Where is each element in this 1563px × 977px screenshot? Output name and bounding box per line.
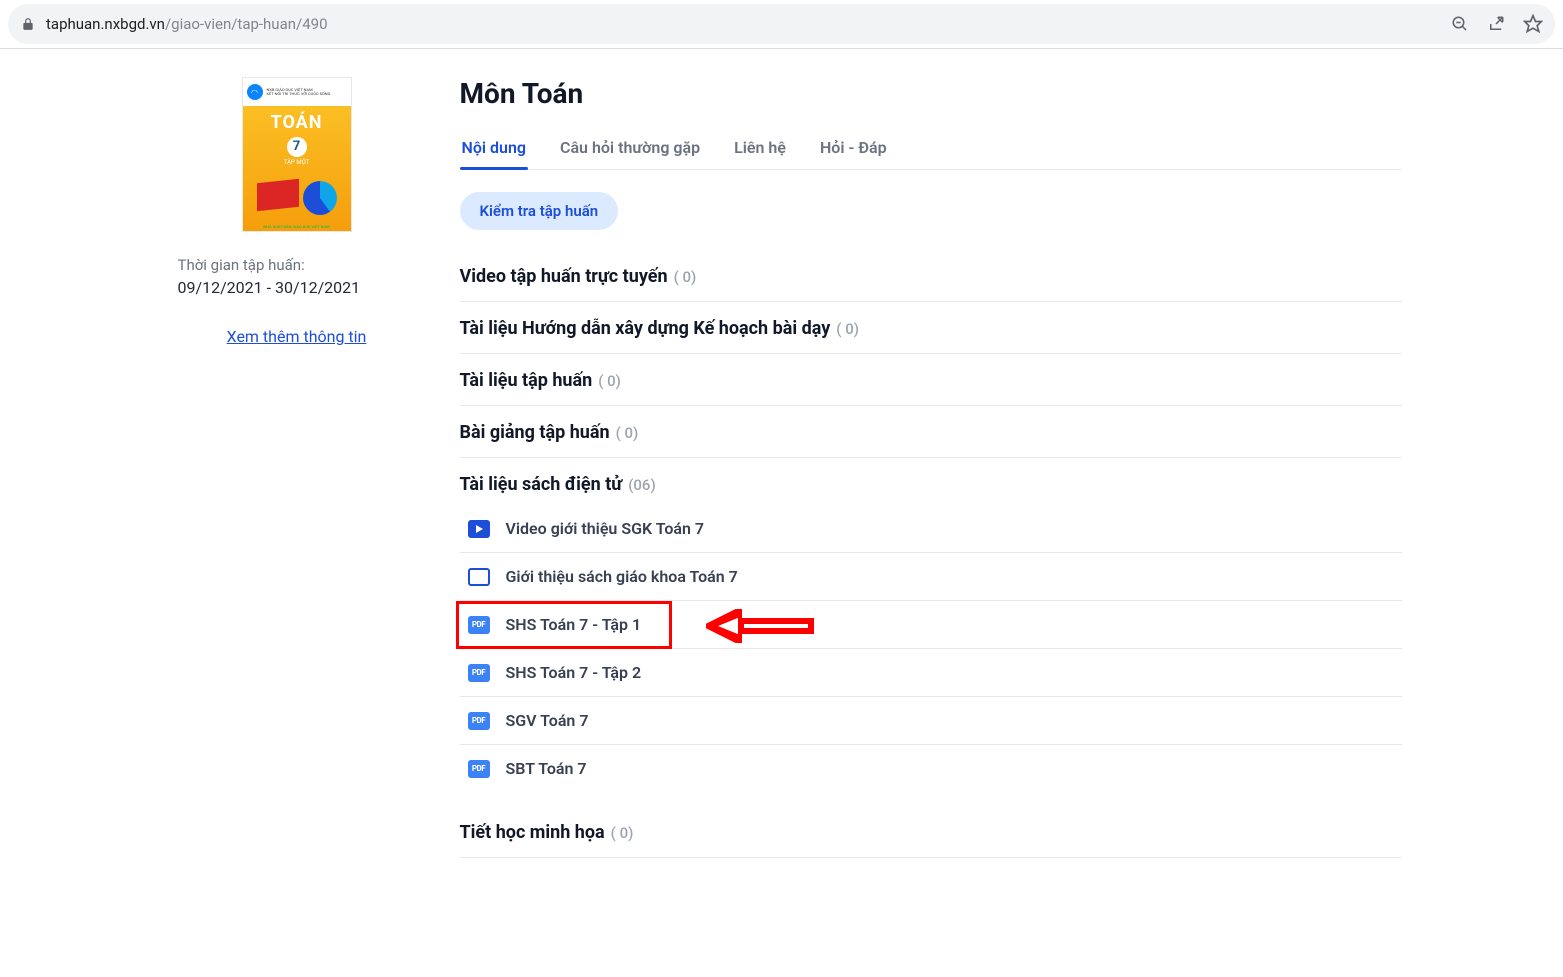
pdf-icon: PDF xyxy=(468,664,490,682)
item-list: Video giới thiệu SGK Toán 7 Giới thiệu sá… xyxy=(460,505,1402,792)
browser-address-bar: taphuan.nxbgd.vn/giao-vien/tap-huan/490 xyxy=(8,4,1555,44)
item-label: SHS Toán 7 - Tập 1 xyxy=(506,615,642,634)
section-count: ( 0) xyxy=(674,268,697,286)
cover-subtitle: TẬP MỘT xyxy=(243,159,351,166)
document-icon xyxy=(468,568,490,586)
list-item[interactable]: PDF SBT Toán 7 xyxy=(460,745,1402,792)
list-item[interactable]: Giới thiệu sách giáo khoa Toán 7 xyxy=(460,553,1402,601)
pdf-icon: PDF xyxy=(468,760,490,778)
item-label: SBT Toán 7 xyxy=(506,759,587,778)
more-info-link[interactable]: Xem thêm thông tin xyxy=(178,327,416,346)
section-title: Tài liệu sách điện tử (06) xyxy=(460,474,1402,495)
section-title[interactable]: Tiết học minh họa ( 0) xyxy=(460,822,1402,843)
page: ◠ NXB GIÁO DỤC VIỆT NAMKẾT NỐI TRI THỨC … xyxy=(142,49,1422,898)
section[interactable]: Tài liệu Hướng dẫn xây dựng Kế hoạch bài… xyxy=(460,302,1402,354)
section-title[interactable]: Video tập huấn trực tuyến ( 0) xyxy=(460,266,1402,287)
section-title[interactable]: Tài liệu tập huấn ( 0) xyxy=(460,370,1402,391)
lock-icon xyxy=(20,16,36,32)
url-path: /giao-vien/tap-huan/490 xyxy=(165,15,328,33)
page-title: Môn Toán xyxy=(460,77,1402,110)
cover-meta: NXB GIÁO DỤC VIỆT NAMKẾT NỐI TRI THỨC VỚ… xyxy=(267,88,331,96)
section-count: ( 0) xyxy=(598,372,621,390)
section[interactable]: Tài liệu tập huấn ( 0) xyxy=(460,354,1402,406)
section-count: ( 0) xyxy=(616,424,639,442)
training-period-value: 09/12/2021 - 30/12/2021 xyxy=(178,278,416,297)
section-count: ( 0) xyxy=(611,824,634,842)
star-icon[interactable] xyxy=(1523,14,1543,34)
annotation-arrow-icon xyxy=(706,609,816,647)
cover-title: TOÁN xyxy=(243,112,351,133)
share-icon[interactable] xyxy=(1487,15,1505,33)
list-item[interactable]: Video giới thiệu SGK Toán 7 xyxy=(460,505,1402,553)
cover-number: 7 xyxy=(287,137,307,157)
section-title[interactable]: Bài giảng tập huấn ( 0) xyxy=(460,422,1402,443)
item-label: SHS Toán 7 - Tập 2 xyxy=(506,663,642,682)
list-item[interactable]: PDF SGV Toán 7 xyxy=(460,697,1402,745)
book-cover: ◠ NXB GIÁO DỤC VIỆT NAMKẾT NỐI TRI THỨC … xyxy=(242,77,352,232)
section-count: (06) xyxy=(628,476,656,494)
section-title[interactable]: Tài liệu Hướng dẫn xây dựng Kế hoạch bài… xyxy=(460,318,1402,339)
tab-li-n-h-[interactable]: Liên hệ xyxy=(732,128,788,169)
browser-url[interactable]: taphuan.nxbgd.vn/giao-vien/tap-huan/490 xyxy=(46,15,1451,33)
url-host: taphuan.nxbgd.vn xyxy=(46,15,165,33)
tabs: Nội dung Câu hỏi thường gặp Liên hệ Hỏi - Đ… xyxy=(460,128,1402,170)
section[interactable]: Bài giảng tập huấn ( 0) xyxy=(460,406,1402,458)
section-title-text: Tài liệu Hướng dẫn xây dựng Kế hoạch bài… xyxy=(460,318,831,339)
section[interactable]: Video tập huấn trực tuyến ( 0) xyxy=(460,250,1402,302)
zoom-out-icon[interactable] xyxy=(1451,15,1469,33)
section-title-text: Tài liệu tập huấn xyxy=(460,370,593,391)
item-label: Giới thiệu sách giáo khoa Toán 7 xyxy=(506,567,738,586)
list-item[interactable]: PDF SHS Toán 7 - Tập 1 xyxy=(460,601,1402,649)
pdf-icon: PDF xyxy=(468,616,490,634)
section-count: ( 0) xyxy=(836,320,859,338)
check-training-button[interactable]: Kiểm tra tập huấn xyxy=(460,192,619,230)
section-title-text: Tài liệu sách điện tử xyxy=(460,474,623,495)
training-period-label: Thời gian tập huấn: xyxy=(178,256,416,274)
tab-h-i-p[interactable]: Hỏi - Đáp xyxy=(818,128,889,169)
cover-art xyxy=(243,181,351,215)
list-item[interactable]: PDF SHS Toán 7 - Tập 2 xyxy=(460,649,1402,697)
section-title-text: Video tập huấn trực tuyến xyxy=(460,266,668,287)
section: Tài liệu sách điện tử (06) Video giới thi… xyxy=(460,458,1402,806)
pdf-icon: PDF xyxy=(468,712,490,730)
item-label: SGV Toán 7 xyxy=(506,711,589,730)
tab-n-i-dung[interactable]: Nội dung xyxy=(460,128,528,169)
sections: Video tập huấn trực tuyến ( 0) Tài liệu H… xyxy=(460,250,1402,858)
section[interactable]: Tiết học minh họa ( 0) xyxy=(460,806,1402,858)
section-title-text: Bài giảng tập huấn xyxy=(460,422,610,443)
tab-c-u-h-i-th-ng-g-p[interactable]: Câu hỏi thường gặp xyxy=(558,128,702,169)
main-content: Môn Toán Nội dung Câu hỏi thường gặp Liên … xyxy=(432,77,1402,858)
section-title-text: Tiết học minh họa xyxy=(460,822,605,843)
sidebar: ◠ NXB GIÁO DỤC VIỆT NAMKẾT NỐI TRI THỨC … xyxy=(162,77,432,858)
publisher-logo-icon: ◠ xyxy=(247,84,263,100)
cover-publisher: NHÀ XUẤT BẢN GIÁO DỤC VIỆT NAM xyxy=(243,224,351,229)
item-label: Video giới thiệu SGK Toán 7 xyxy=(506,519,705,538)
play-icon xyxy=(468,520,490,538)
